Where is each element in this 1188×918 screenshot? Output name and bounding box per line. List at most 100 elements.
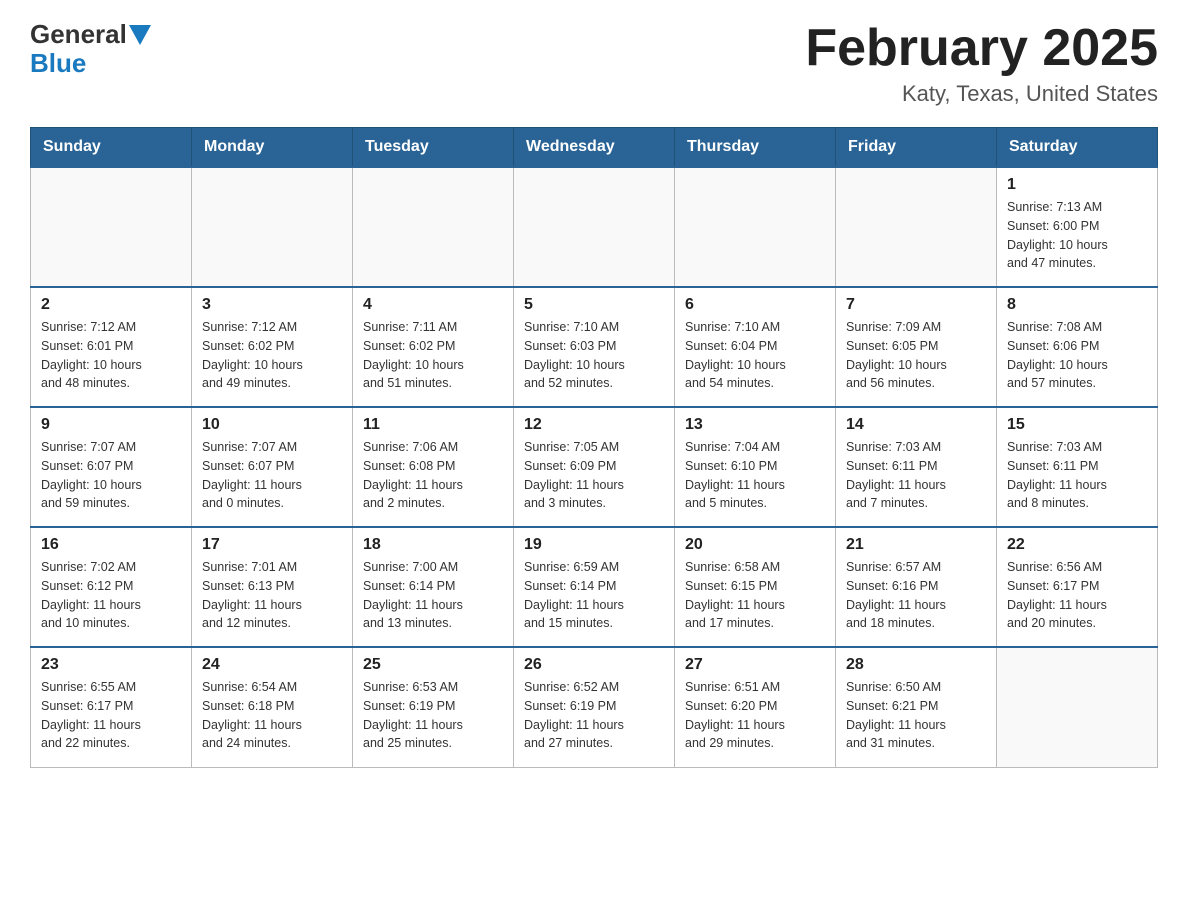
calendar-cell: 2Sunrise: 7:12 AMSunset: 6:01 PMDaylight… <box>31 287 192 407</box>
calendar-cell: 15Sunrise: 7:03 AMSunset: 6:11 PMDayligh… <box>997 407 1158 527</box>
day-number: 6 <box>685 296 825 314</box>
calendar-cell <box>31 167 192 287</box>
day-info: Sunrise: 6:55 AMSunset: 6:17 PMDaylight:… <box>41 678 181 753</box>
day-info: Sunrise: 7:01 AMSunset: 6:13 PMDaylight:… <box>202 558 342 633</box>
calendar-cell: 16Sunrise: 7:02 AMSunset: 6:12 PMDayligh… <box>31 527 192 647</box>
logo-general: General <box>30 20 151 49</box>
day-number: 24 <box>202 656 342 674</box>
weekday-header-row: SundayMondayTuesdayWednesdayThursdayFrid… <box>31 128 1158 168</box>
calendar-week-row: 16Sunrise: 7:02 AMSunset: 6:12 PMDayligh… <box>31 527 1158 647</box>
day-info: Sunrise: 7:10 AMSunset: 6:04 PMDaylight:… <box>685 318 825 393</box>
calendar-week-row: 23Sunrise: 6:55 AMSunset: 6:17 PMDayligh… <box>31 647 1158 767</box>
calendar-cell: 22Sunrise: 6:56 AMSunset: 6:17 PMDayligh… <box>997 527 1158 647</box>
day-info: Sunrise: 7:13 AMSunset: 6:00 PMDaylight:… <box>1007 198 1147 273</box>
logo-general-text: General <box>30 20 127 49</box>
calendar-cell <box>353 167 514 287</box>
calendar-cell: 24 Sunrise: 6:54 AMSunset: 6:18 PMDayligh… <box>192 647 353 767</box>
day-number: 12 <box>524 416 664 434</box>
day-info: Sunrise: 6:50 AMSunset: 6:21 PMDaylight:… <box>846 678 986 753</box>
day-number: 2 <box>41 296 181 314</box>
calendar-week-row: 1 Sunrise: 7:13 AMSunset: 6:00 PMDaylight… <box>31 167 1158 287</box>
calendar-cell: 21Sunrise: 6:57 AMSunset: 6:16 PMDayligh… <box>836 527 997 647</box>
day-info: Sunrise: 7:00 AMSunset: 6:14 PMDaylight:… <box>363 558 503 633</box>
calendar-cell: 8 Sunrise: 7:08 AMSunset: 6:06 PMDaylight… <box>997 287 1158 407</box>
day-number: 4 <box>363 296 503 314</box>
weekday-header-sunday: Sunday <box>31 128 192 168</box>
calendar-cell: 5 Sunrise: 7:10 AMSunset: 6:03 PMDaylight… <box>514 287 675 407</box>
logo-arrow-icon <box>129 25 151 45</box>
calendar-cell: 18 Sunrise: 7:00 AMSunset: 6:14 PMDayligh… <box>353 527 514 647</box>
calendar-cell: 7Sunrise: 7:09 AMSunset: 6:05 PMDaylight… <box>836 287 997 407</box>
calendar-cell <box>836 167 997 287</box>
day-number: 7 <box>846 296 986 314</box>
day-info: Sunrise: 7:07 AMSunset: 6:07 PMDaylight:… <box>41 438 181 513</box>
weekday-header-wednesday: Wednesday <box>514 128 675 168</box>
calendar-cell: 19 Sunrise: 6:59 AMSunset: 6:14 PMDayligh… <box>514 527 675 647</box>
calendar-cell: 13 Sunrise: 7:04 AMSunset: 6:10 PMDayligh… <box>675 407 836 527</box>
calendar-cell: 28Sunrise: 6:50 AMSunset: 6:21 PMDayligh… <box>836 647 997 767</box>
weekday-header-monday: Monday <box>192 128 353 168</box>
day-info: Sunrise: 7:06 AMSunset: 6:08 PMDaylight:… <box>363 438 503 513</box>
calendar-body: 1 Sunrise: 7:13 AMSunset: 6:00 PMDaylight… <box>31 167 1158 767</box>
logo-blue-text: Blue <box>30 49 151 78</box>
day-number: 18 <box>363 536 503 554</box>
weekday-header-thursday: Thursday <box>675 128 836 168</box>
day-number: 17 <box>202 536 342 554</box>
weekday-header-saturday: Saturday <box>997 128 1158 168</box>
day-info: Sunrise: 6:58 AMSunset: 6:15 PMDaylight:… <box>685 558 825 633</box>
page-title: February 2025 <box>805 20 1158 77</box>
calendar-cell: 9 Sunrise: 7:07 AMSunset: 6:07 PMDaylight… <box>31 407 192 527</box>
day-info: Sunrise: 6:52 AMSunset: 6:19 PMDaylight:… <box>524 678 664 753</box>
calendar-cell: 20 Sunrise: 6:58 AMSunset: 6:15 PMDayligh… <box>675 527 836 647</box>
weekday-header-friday: Friday <box>836 128 997 168</box>
day-number: 14 <box>846 416 986 434</box>
day-number: 3 <box>202 296 342 314</box>
day-number: 11 <box>363 416 503 434</box>
day-info: Sunrise: 6:54 AMSunset: 6:18 PMDaylight:… <box>202 678 342 753</box>
day-info: Sunrise: 7:05 AMSunset: 6:09 PMDaylight:… <box>524 438 664 513</box>
calendar-cell <box>997 647 1158 767</box>
calendar-cell: 3 Sunrise: 7:12 AMSunset: 6:02 PMDaylight… <box>192 287 353 407</box>
day-info: Sunrise: 6:53 AMSunset: 6:19 PMDaylight:… <box>363 678 503 753</box>
calendar-cell: 11 Sunrise: 7:06 AMSunset: 6:08 PMDayligh… <box>353 407 514 527</box>
day-number: 19 <box>524 536 664 554</box>
day-info: Sunrise: 6:59 AMSunset: 6:14 PMDaylight:… <box>524 558 664 633</box>
calendar-cell: 27Sunrise: 6:51 AMSunset: 6:20 PMDayligh… <box>675 647 836 767</box>
day-number: 1 <box>1007 176 1147 194</box>
day-number: 25 <box>363 656 503 674</box>
day-info: Sunrise: 7:08 AMSunset: 6:06 PMDaylight:… <box>1007 318 1147 393</box>
day-number: 13 <box>685 416 825 434</box>
day-number: 20 <box>685 536 825 554</box>
day-number: 8 <box>1007 296 1147 314</box>
calendar-cell: 1 Sunrise: 7:13 AMSunset: 6:00 PMDaylight… <box>997 167 1158 287</box>
page-header: General Blue February 2025 Katy, Texas, … <box>30 20 1158 107</box>
calendar-cell <box>192 167 353 287</box>
day-info: Sunrise: 7:12 AMSunset: 6:02 PMDaylight:… <box>202 318 342 393</box>
calendar-cell: 12 Sunrise: 7:05 AMSunset: 6:09 PMDayligh… <box>514 407 675 527</box>
logo: General Blue <box>30 20 151 77</box>
day-info: Sunrise: 6:56 AMSunset: 6:17 PMDaylight:… <box>1007 558 1147 633</box>
day-number: 16 <box>41 536 181 554</box>
day-info: Sunrise: 7:03 AMSunset: 6:11 PMDaylight:… <box>1007 438 1147 513</box>
calendar-week-row: 9 Sunrise: 7:07 AMSunset: 6:07 PMDaylight… <box>31 407 1158 527</box>
calendar-cell: 17 Sunrise: 7:01 AMSunset: 6:13 PMDayligh… <box>192 527 353 647</box>
calendar-cell: 10Sunrise: 7:07 AMSunset: 6:07 PMDayligh… <box>192 407 353 527</box>
calendar-cell: 23Sunrise: 6:55 AMSunset: 6:17 PMDayligh… <box>31 647 192 767</box>
day-info: Sunrise: 7:07 AMSunset: 6:07 PMDaylight:… <box>202 438 342 513</box>
day-info: Sunrise: 6:57 AMSunset: 6:16 PMDaylight:… <box>846 558 986 633</box>
calendar-table: SundayMondayTuesdayWednesdayThursdayFrid… <box>30 127 1158 768</box>
calendar-cell: 6 Sunrise: 7:10 AMSunset: 6:04 PMDaylight… <box>675 287 836 407</box>
day-number: 9 <box>41 416 181 434</box>
day-number: 5 <box>524 296 664 314</box>
day-info: Sunrise: 7:10 AMSunset: 6:03 PMDaylight:… <box>524 318 664 393</box>
day-info: Sunrise: 6:51 AMSunset: 6:20 PMDaylight:… <box>685 678 825 753</box>
calendar-cell: 4 Sunrise: 7:11 AMSunset: 6:02 PMDaylight… <box>353 287 514 407</box>
day-info: Sunrise: 7:11 AMSunset: 6:02 PMDaylight:… <box>363 318 503 393</box>
calendar-cell <box>514 167 675 287</box>
page-subtitle: Katy, Texas, United States <box>805 81 1158 107</box>
day-info: Sunrise: 7:03 AMSunset: 6:11 PMDaylight:… <box>846 438 986 513</box>
calendar-cell: 26Sunrise: 6:52 AMSunset: 6:19 PMDayligh… <box>514 647 675 767</box>
calendar-cell: 25 Sunrise: 6:53 AMSunset: 6:19 PMDayligh… <box>353 647 514 767</box>
day-info: Sunrise: 7:04 AMSunset: 6:10 PMDaylight:… <box>685 438 825 513</box>
calendar-week-row: 2Sunrise: 7:12 AMSunset: 6:01 PMDaylight… <box>31 287 1158 407</box>
